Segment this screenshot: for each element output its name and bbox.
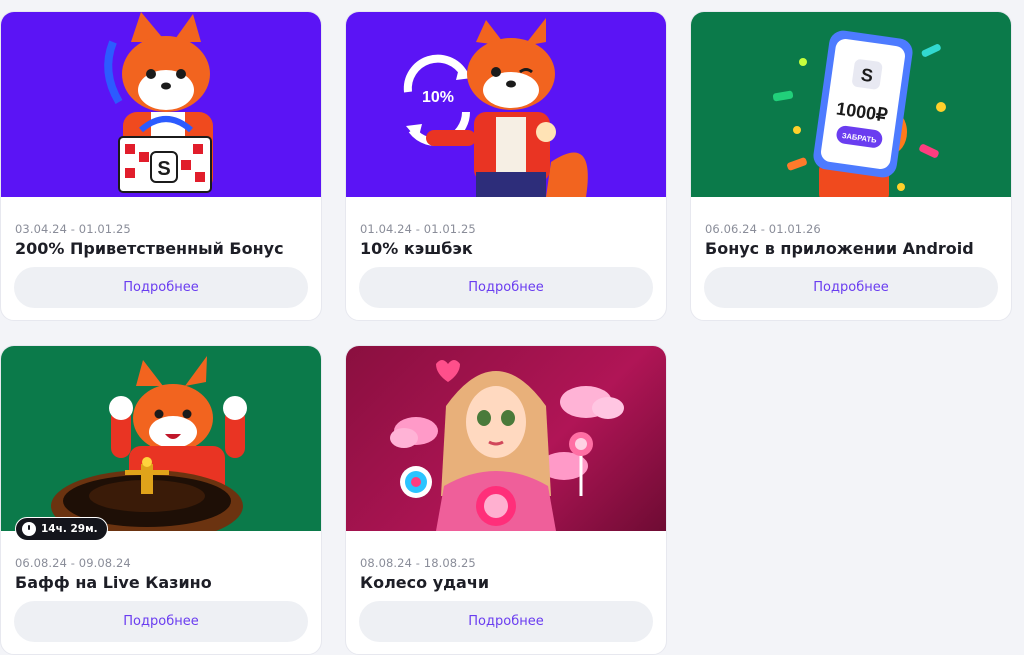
details-button[interactable]: Подробнее	[704, 267, 998, 308]
promo-dates: 06.08.24 - 09.08.24	[15, 556, 131, 570]
promo-dates: 08.08.24 - 18.08.25	[360, 556, 476, 570]
promo-title: 10% кэшбэк	[360, 239, 473, 258]
promo-title: 200% Приветственный Бонус	[15, 239, 284, 258]
promo-card-welcome-bonus[interactable]: S 03.04.24 - 01.01.25 200% Приветственны…	[0, 11, 322, 321]
svg-text:S: S	[157, 158, 170, 180]
cashback-badge-text: 10%	[422, 89, 454, 106]
promo-image-fox-cashback: 10%	[346, 12, 666, 197]
clock-icon	[22, 522, 36, 536]
promo-card-wheel-of-fortune[interactable]: 08.08.24 - 18.08.25 Колесо удачи Подробн…	[345, 345, 667, 655]
promo-image-phone-bonus: S 1000₽ ЗАБРАТЬ	[691, 12, 1011, 197]
promo-title: Бонус в приложении Android	[705, 239, 974, 258]
details-button[interactable]: Подробнее	[14, 601, 308, 642]
promo-image-fox-gift: S	[1, 12, 321, 197]
promotions-grid: S 03.04.24 - 01.01.25 200% Приветственны…	[0, 0, 1024, 655]
details-button[interactable]: Подробнее	[359, 267, 653, 308]
promo-image-girl-wheel	[346, 346, 666, 531]
promo-timer-text: 14ч. 29м.	[41, 523, 98, 535]
promo-dates: 06.06.24 - 01.01.26	[705, 222, 821, 236]
promo-timer-badge: 14ч. 29м.	[15, 517, 108, 541]
details-button[interactable]: Подробнее	[14, 267, 308, 308]
promo-title: Колесо удачи	[360, 573, 490, 592]
promo-card-android-bonus[interactable]: S 1000₽ ЗАБРАТЬ 06.06.24 - 01.01.26 Бону…	[690, 11, 1012, 321]
promo-dates: 03.04.24 - 01.01.25	[15, 222, 131, 236]
details-button[interactable]: Подробнее	[359, 601, 653, 642]
promo-title: Бафф на Live Казино	[15, 573, 212, 592]
promo-image-fox-roulette	[1, 346, 321, 531]
promo-card-cashback[interactable]: 10% 01.04.24 - 01.01.25 10% кэшбэк Подро…	[345, 11, 667, 321]
promo-dates: 01.04.24 - 01.01.25	[360, 222, 476, 236]
promo-card-live-casino-buff[interactable]: 14ч. 29м. 06.08.24 - 09.08.24 Бафф на Li…	[0, 345, 322, 655]
